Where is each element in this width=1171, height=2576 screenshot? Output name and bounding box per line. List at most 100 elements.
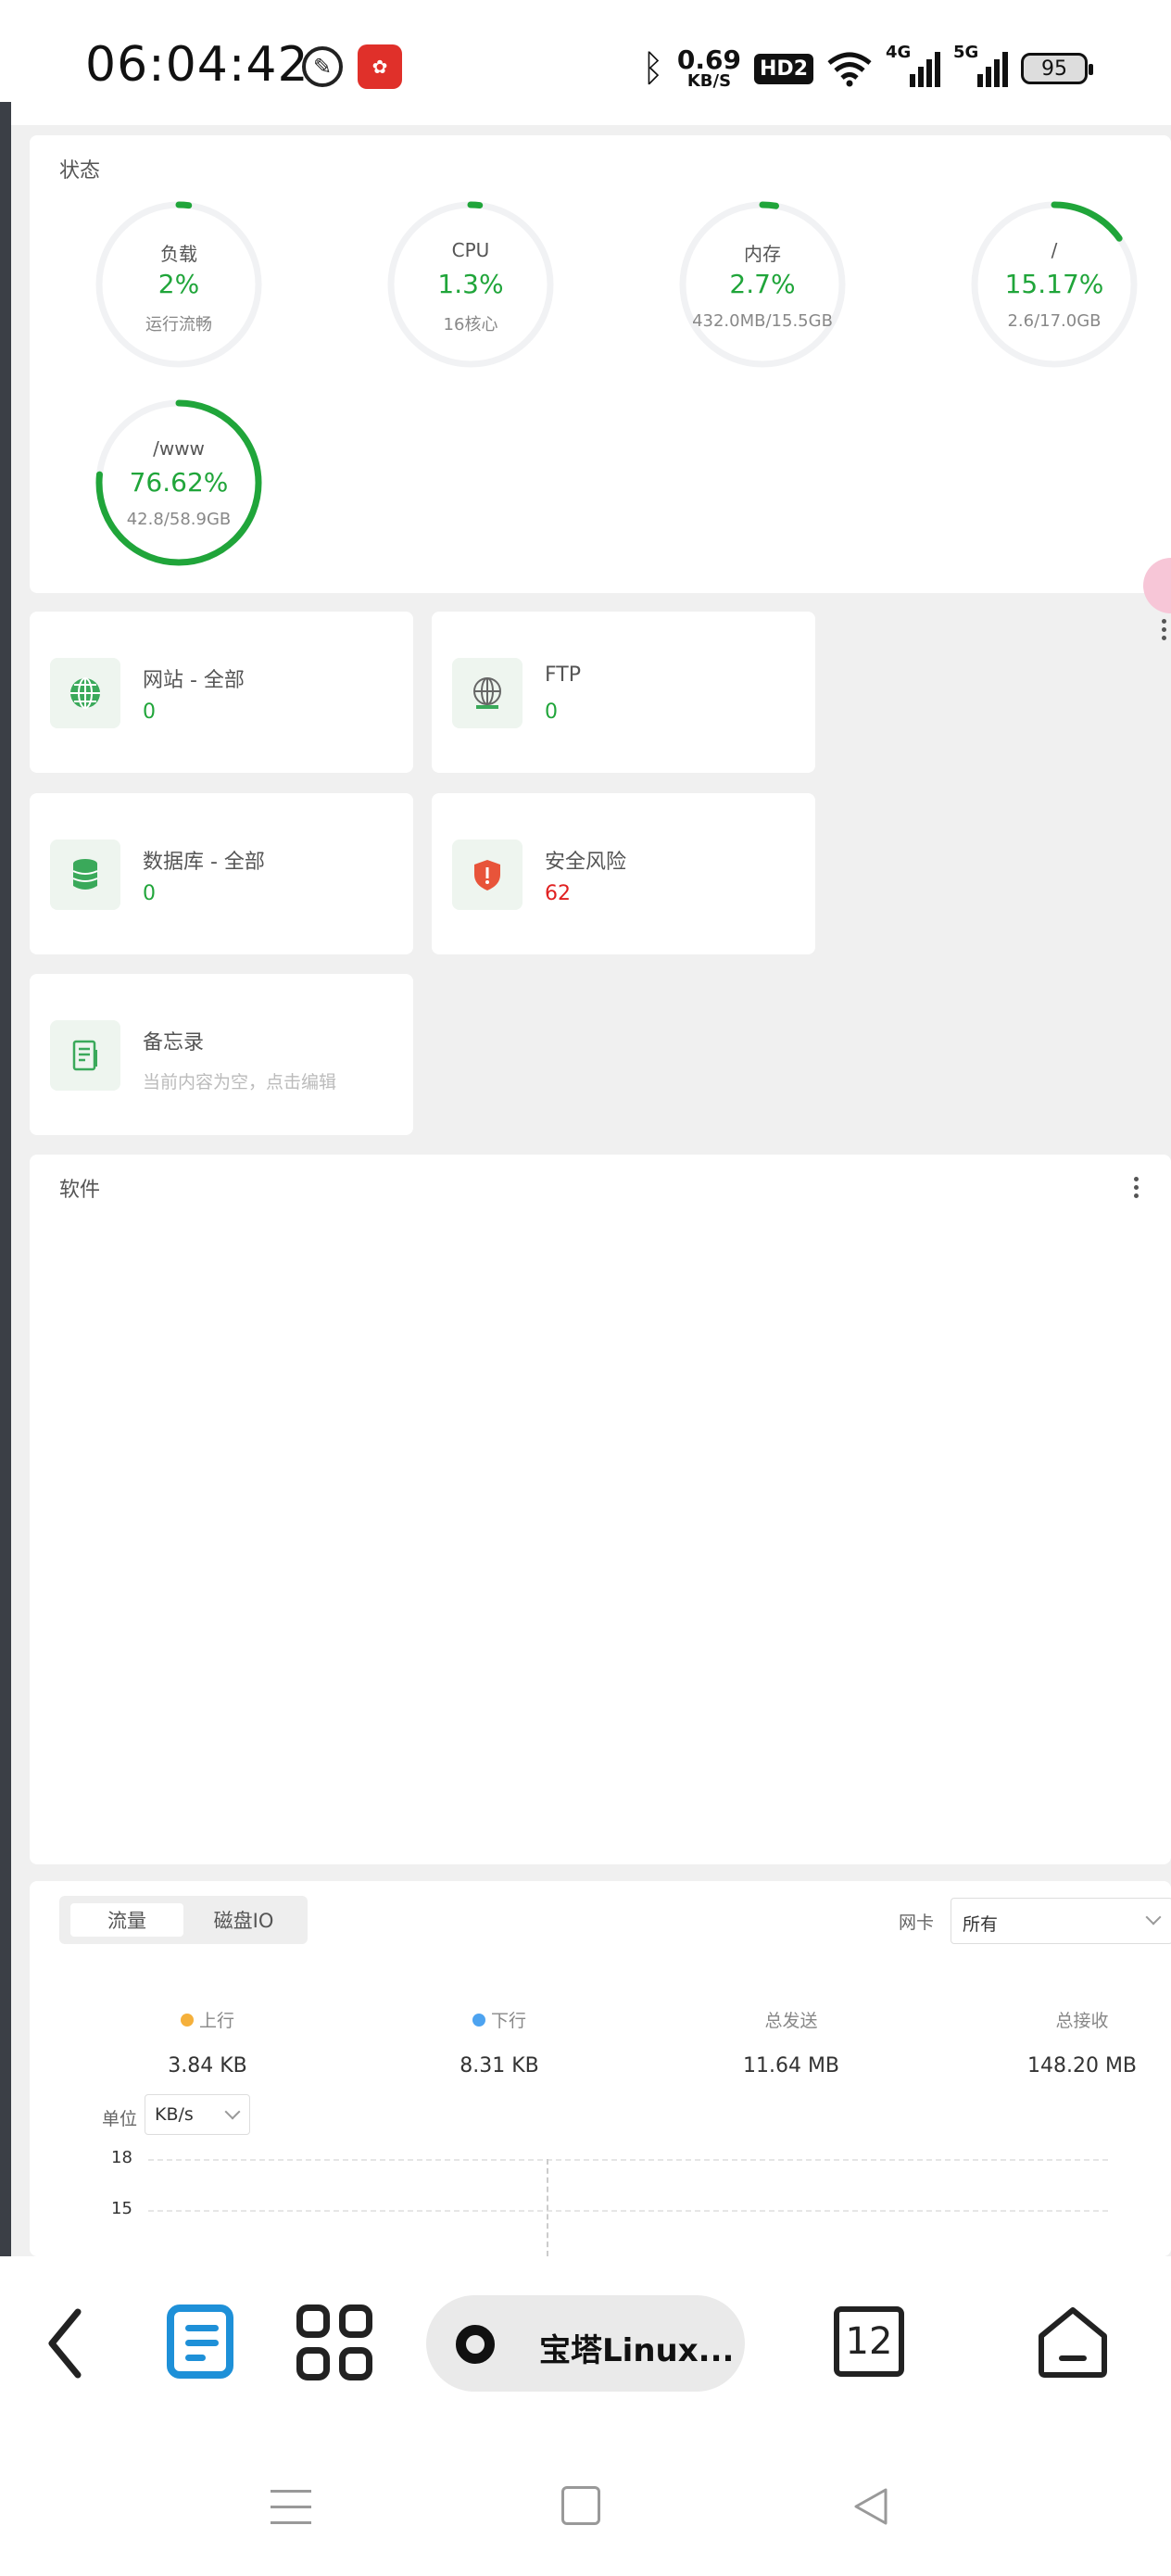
previous-card-edge — [30, 102, 1171, 119]
gauge-value: 15.17% — [1004, 269, 1104, 299]
software-title: 软件 — [59, 1179, 101, 1202]
wifi-icon — [827, 52, 872, 87]
download-stat: 下行 8.31 KB — [397, 2007, 601, 2077]
gauge-value: 2% — [157, 269, 200, 299]
security-risk-label: 安全风险 — [545, 851, 627, 874]
signal-5g-label: 5G — [953, 43, 979, 62]
status-icons: ᛒ 0.69 KB/S HD2 4G 5G 95 — [642, 43, 1093, 95]
load-gauge[interactable]: 负载 2% 运行流畅 — [91, 196, 267, 373]
memo-icon — [50, 1020, 120, 1091]
y-tick-label: 18 — [111, 2148, 132, 2167]
traffic-tab-switch: 流量 磁盘IO — [59, 1896, 308, 1944]
network-speed-value: 0.69 — [676, 44, 742, 75]
battery-level: 95 — [1041, 57, 1067, 81]
signal-4g-label: 4G — [886, 43, 912, 62]
network-speed: 0.69 KB/S — [677, 47, 741, 90]
status-card: 状态 负载 2% 运行流畅 CPU 1.3% 16核心 内存 2.7% 432.… — [30, 135, 1171, 613]
memo-label: 备忘录 — [143, 1031, 205, 1054]
ftp-label: FTP — [545, 663, 581, 687]
network-speed-unit: KB/S — [686, 71, 732, 91]
more-menu-icon[interactable] — [1160, 619, 1167, 640]
browser-toolbar: 宝塔Linux... 12 — [0, 2256, 1171, 2432]
tab-traffic[interactable]: 流量 — [70, 1903, 183, 1937]
website-count: 0 — [143, 701, 156, 724]
gauge-label: 负载 — [160, 243, 197, 265]
website-label: 网站 - 全部 — [143, 669, 245, 692]
unit-select-value: KB/s — [155, 2104, 194, 2125]
security-risk-count: 62 — [545, 882, 571, 905]
database-label: 数据库 - 全部 — [143, 851, 265, 874]
recent-apps-icon[interactable] — [271, 2490, 311, 2537]
upload-stat: 上行 3.84 KB — [106, 2007, 309, 2077]
tab-count: 12 — [845, 2320, 893, 2363]
shield-icon — [452, 840, 523, 910]
ftp-globe-icon — [452, 658, 523, 728]
apps-grid-icon[interactable] — [296, 2305, 372, 2380]
cpu-gauge[interactable]: CPU 1.3% 16核心 — [383, 196, 559, 373]
current-tab-pill[interactable]: 宝塔Linux... — [426, 2295, 745, 2392]
gauge-label: CPU — [451, 239, 490, 261]
download-label: 下行 — [490, 2011, 526, 2031]
gauge-subtext: 42.8/58.9GB — [126, 510, 232, 529]
gauge-value: 1.3% — [437, 269, 504, 299]
database-card[interactable]: 数据库 - 全部 0 — [30, 793, 413, 954]
compass-icon: ✎ — [302, 46, 343, 87]
gauge-subtext: 2.6/17.0GB — [1007, 311, 1102, 331]
root-disk-gauge[interactable]: / 15.17% 2.6/17.0GB — [966, 196, 1142, 373]
ftp-card[interactable]: FTP 0 — [432, 612, 815, 773]
gauge-label: / — [1051, 239, 1058, 261]
battery-icon: 95 — [1021, 53, 1093, 84]
unit-select[interactable]: KB/s — [145, 2094, 250, 2135]
home-square-icon[interactable] — [561, 2486, 600, 2525]
total-received-label: 总接收 — [1055, 2011, 1109, 2031]
nic-select[interactable]: 所有 — [951, 1898, 1171, 1944]
total-received-value: 148.20 MB — [1026, 2054, 1138, 2077]
hd-badge: HD2 — [754, 53, 813, 84]
total-sent-stat: 总发送 11.64 MB — [689, 2007, 893, 2077]
upload-dot — [180, 2013, 194, 2027]
gauge-subtext: 16核心 — [443, 315, 498, 335]
gauge-value: 2.7% — [729, 269, 796, 299]
gauge-value: 76.62% — [129, 467, 229, 498]
signal-4g-icon: 4G — [886, 43, 940, 87]
gauge-label: 内存 — [744, 243, 781, 265]
back-arrow-icon[interactable] — [46, 2308, 83, 2379]
total-received-stat: 总接收 148.20 MB — [980, 2007, 1171, 2077]
site-ring-icon — [456, 2325, 495, 2364]
gauge-subtext: 运行流畅 — [145, 315, 212, 335]
memo-card[interactable]: 备忘录 当前内容为空，点击编辑 — [30, 974, 413, 1135]
security-risk-card[interactable]: 安全风险 62 — [432, 793, 815, 954]
software-more-icon[interactable] — [1132, 1177, 1140, 1198]
software-card: 软件 — [30, 1155, 1171, 1864]
signal-5g-icon: 5G — [953, 43, 1008, 87]
nic-select-value: 所有 — [963, 1914, 999, 1935]
memo-note: 当前内容为空，点击编辑 — [143, 1072, 337, 1092]
database-icon — [50, 840, 120, 910]
y-tick-label: 15 — [111, 2199, 132, 2218]
status-time: 06:04:42 — [85, 37, 309, 93]
globe-icon — [50, 658, 120, 728]
memory-gauge[interactable]: 内存 2.7% 432.0MB/15.5GB — [674, 196, 850, 373]
download-value: 8.31 KB — [460, 2054, 539, 2077]
total-sent-value: 11.64 MB — [742, 2054, 840, 2077]
side-panel-edge — [0, 102, 11, 2256]
notes-icon[interactable] — [167, 2305, 233, 2379]
chart-gridline — [148, 2159, 1108, 2161]
total-sent-label: 总发送 — [764, 2011, 818, 2031]
database-count: 0 — [143, 882, 156, 905]
unit-label: 单位 — [102, 2109, 138, 2129]
download-dot — [472, 2013, 485, 2027]
tab-count-button[interactable]: 12 — [834, 2306, 904, 2377]
home-icon[interactable] — [1036, 2305, 1110, 2379]
www-disk-gauge[interactable]: /www 76.62% 42.8/58.9GB — [91, 395, 267, 571]
website-card[interactable]: 网站 - 全部 0 — [30, 612, 413, 773]
back-triangle-icon[interactable] — [849, 2484, 893, 2529]
traffic-card: 流量 磁盘IO 网卡 所有 上行 3.84 KB 下行 8.31 KB 总发送 … — [30, 1881, 1171, 2256]
tab-disk-io[interactable]: 磁盘IO — [187, 1903, 300, 1937]
gauge-subtext: 432.0MB/15.5GB — [692, 311, 833, 331]
gauge-label: /www — [153, 437, 205, 460]
current-tab-title: 宝塔Linux... — [539, 2332, 735, 2369]
app-notification-icon: ✿ — [358, 44, 402, 89]
floating-pink-handle[interactable] — [1143, 558, 1171, 613]
chevron-down-icon — [1145, 1909, 1162, 1926]
